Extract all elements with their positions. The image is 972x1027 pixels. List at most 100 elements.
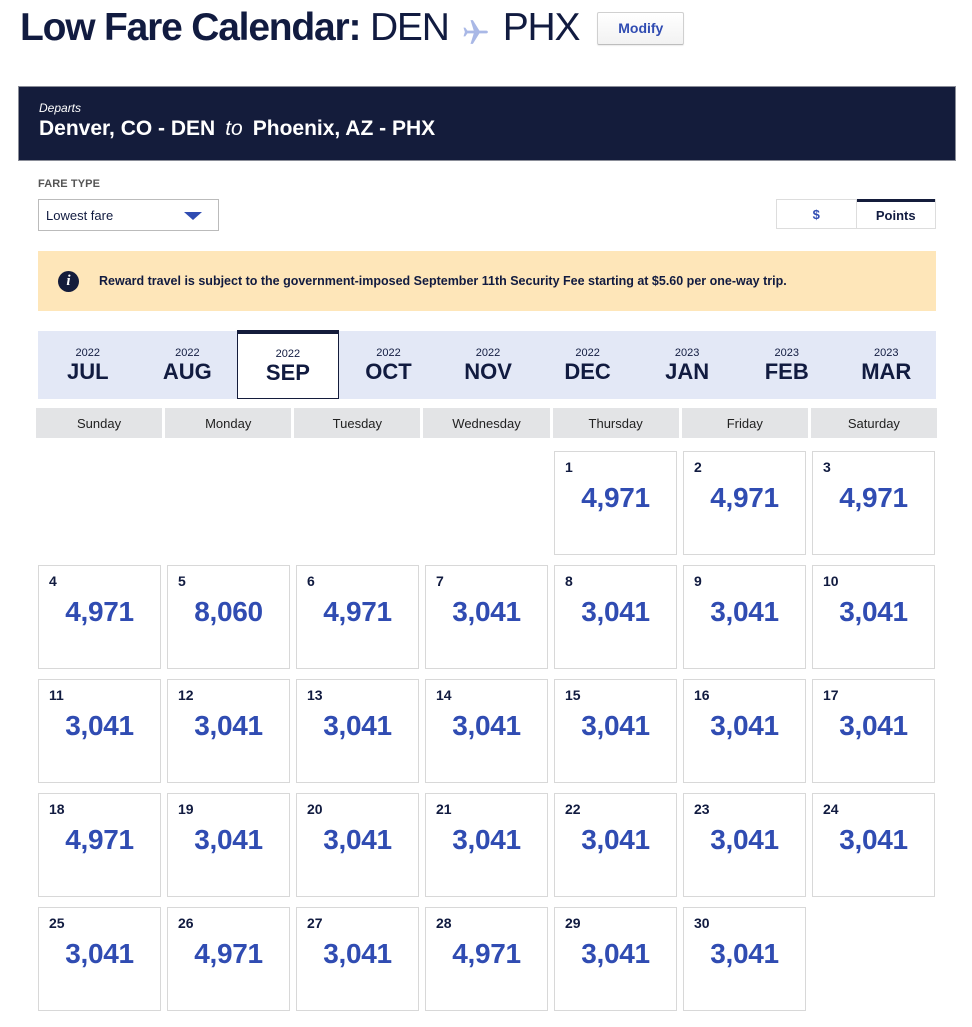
day-number: 23 [694, 801, 710, 817]
day-cell[interactable]: 5 8,060 [167, 565, 290, 669]
day-cell[interactable]: 3 4,971 [812, 451, 935, 555]
day-number: 18 [49, 801, 65, 817]
weekday-header: Sunday Monday Tuesday Wednesday Thursday… [36, 408, 937, 438]
day-fare: 3,041 [581, 938, 650, 969]
month-selector: 2022 JUL 2022 AUG 2022 SEP 2022 OCT 2022 NOV … [38, 330, 937, 399]
month-tab-jan[interactable]: 2023 JAN [637, 331, 737, 399]
day-cell[interactable]: 9 3,041 [683, 565, 806, 669]
day-number: 14 [436, 687, 452, 703]
month-tab-aug[interactable]: 2022 AUG [138, 331, 238, 399]
day-cell[interactable]: 6 4,971 [296, 565, 419, 669]
fare-type-value: Lowest fare [46, 207, 114, 223]
day-fare: 4,971 [194, 938, 263, 969]
month-tab-jul[interactable]: 2022 JUL [38, 331, 138, 399]
day-cell[interactable]: 21 3,041 [425, 793, 548, 897]
notice-text: Reward travel is subject to the governme… [99, 274, 787, 288]
page-title: Low Fare Calendar: DEN PHX [20, 6, 580, 50]
toggle-dollars[interactable]: $ [777, 200, 857, 228]
day-fare: 4,971 [839, 482, 908, 513]
month-tab-sep[interactable]: 2022 SEP [237, 330, 339, 399]
day-cell[interactable]: 23 3,041 [683, 793, 806, 897]
day-fare: 3,041 [194, 824, 263, 855]
month-label: DEC [564, 358, 611, 384]
day-cell[interactable]: 20 3,041 [296, 793, 419, 897]
empty-day-cell [425, 451, 548, 555]
day-cell[interactable]: 4 4,971 [38, 565, 161, 669]
day-number: 22 [565, 801, 581, 817]
security-fee-notice: i Reward travel is subject to the govern… [38, 251, 936, 311]
destination-city: Phoenix, AZ - PHX [252, 117, 436, 140]
day-fare: 3,041 [581, 596, 650, 627]
month-year: 2022 [475, 346, 501, 359]
fare-type-select[interactable]: Lowest fare [38, 199, 219, 231]
weekday-tuesday: Tuesday [294, 408, 421, 438]
day-fare: 3,041 [581, 710, 650, 741]
day-cell[interactable]: 13 3,041 [296, 679, 419, 783]
day-fare: 3,041 [323, 938, 392, 969]
info-icon: i [58, 270, 79, 292]
day-cell[interactable]: 14 3,041 [425, 679, 548, 783]
day-number: 11 [49, 687, 64, 703]
day-fare: 4,971 [65, 596, 134, 627]
day-fare: 3,041 [710, 710, 779, 741]
modify-button[interactable]: Modify [597, 11, 685, 45]
month-tab-mar[interactable]: 2023 MAR [837, 331, 937, 399]
day-cell[interactable]: 22 3,041 [554, 793, 677, 897]
origin-code: DEN [369, 6, 450, 49]
month-tab-oct[interactable]: 2022 OCT [339, 331, 439, 399]
day-cell[interactable]: 26 4,971 [167, 907, 290, 1011]
day-number: 15 [565, 687, 581, 703]
day-cell[interactable]: 19 3,041 [167, 793, 290, 897]
month-label: MAR [861, 358, 912, 384]
month-year: 2022 [575, 346, 600, 359]
day-number: 27 [307, 915, 323, 931]
day-cell[interactable]: 24 3,041 [812, 793, 935, 897]
fare-type-label: FARE TYPE [38, 178, 101, 190]
day-number: 3 [823, 459, 831, 475]
route-connector: to [225, 117, 243, 140]
day-fare: 3,041 [839, 824, 908, 855]
day-cell[interactable]: 11 3,041 [38, 679, 161, 783]
title-label: Low Fare Calendar: [20, 6, 362, 49]
month-year: 2023 [874, 346, 899, 359]
day-fare: 8,060 [194, 596, 263, 627]
day-number: 30 [694, 915, 710, 931]
day-number: 24 [823, 801, 839, 817]
day-fare: 3,041 [710, 824, 779, 855]
day-fare: 4,971 [452, 938, 521, 969]
day-cell[interactable]: 29 3,041 [554, 907, 677, 1011]
toggle-points[interactable]: Points [856, 199, 935, 228]
day-cell[interactable]: 15 3,041 [554, 679, 677, 783]
empty-day-cell [167, 451, 290, 555]
month-tab-dec[interactable]: 2022 DEC [538, 331, 638, 399]
day-cell[interactable]: 7 3,041 [425, 565, 548, 669]
month-label: FEB [764, 358, 809, 384]
day-number: 12 [178, 687, 194, 703]
weekday-wednesday: Wednesday [423, 408, 550, 438]
weekday-friday: Friday [681, 408, 808, 438]
day-cell[interactable]: 8 3,041 [554, 565, 677, 669]
day-number: 5 [178, 573, 186, 589]
empty-day-cell [38, 451, 161, 555]
day-cell[interactable]: 18 4,971 [38, 793, 161, 897]
day-number: 10 [823, 573, 839, 589]
day-cell[interactable]: 30 3,041 [683, 907, 806, 1011]
day-fare: 3,041 [839, 710, 908, 741]
day-cell[interactable]: 2 4,971 [683, 451, 806, 555]
day-cell[interactable]: 10 3,041 [812, 565, 935, 669]
day-cell[interactable]: 25 3,041 [38, 907, 161, 1011]
day-cell[interactable]: 17 3,041 [812, 679, 935, 783]
empty-day-cell [296, 451, 419, 555]
day-cell[interactable]: 28 4,971 [425, 907, 548, 1011]
day-number: 26 [178, 915, 194, 931]
day-cell[interactable]: 27 3,041 [296, 907, 419, 1011]
day-cell[interactable]: 1 4,971 [554, 451, 677, 555]
day-cell[interactable]: 16 3,041 [683, 679, 806, 783]
month-tab-feb[interactable]: 2023 FEB [737, 331, 837, 399]
day-fare: 3,041 [323, 824, 392, 855]
day-cell[interactable]: 12 3,041 [167, 679, 290, 783]
weekday-saturday: Saturday [810, 408, 937, 438]
month-tab-nov[interactable]: 2022 NOV [438, 331, 538, 399]
day-number: 28 [436, 915, 452, 931]
day-number: 17 [823, 687, 839, 703]
